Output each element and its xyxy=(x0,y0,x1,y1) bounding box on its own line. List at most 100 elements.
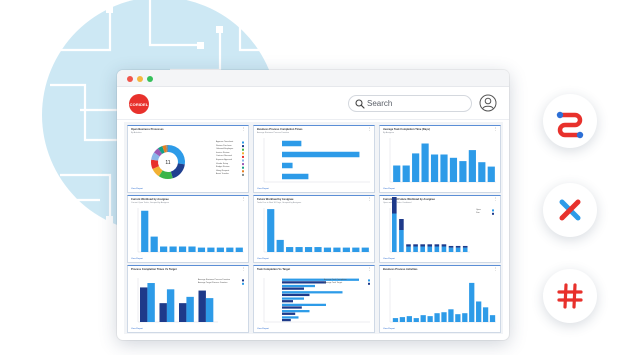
hashtag-app-badge[interactable] xyxy=(543,269,597,323)
chart-bar[interactable] xyxy=(399,317,406,322)
search-input[interactable] xyxy=(367,96,467,111)
chart-bar[interactable] xyxy=(197,247,206,252)
chart-bar[interactable] xyxy=(440,154,448,183)
chart-bar[interactable] xyxy=(282,162,293,169)
chart-bar[interactable] xyxy=(476,301,482,322)
chart-bar[interactable] xyxy=(489,315,496,322)
chart-bar[interactable] xyxy=(178,246,187,253)
chart-bar[interactable] xyxy=(198,290,206,322)
dashboard-card[interactable]: Open Business Processes By Activities ⋮ Vie… xyxy=(127,125,249,193)
chart-bar[interactable] xyxy=(427,316,433,322)
chart-bar[interactable] xyxy=(205,298,214,322)
chart-bar[interactable] xyxy=(392,213,397,253)
chart-bar[interactable] xyxy=(434,244,440,247)
chart-bar[interactable] xyxy=(282,278,359,281)
chart-bar[interactable] xyxy=(441,312,447,322)
chart-bar[interactable] xyxy=(455,245,461,248)
chart-bar[interactable] xyxy=(160,246,168,253)
chart-bar[interactable] xyxy=(455,247,461,252)
chart-bar[interactable] xyxy=(421,143,429,183)
chart-bar[interactable] xyxy=(420,244,425,247)
chart-bar[interactable] xyxy=(462,245,468,248)
chart-bar[interactable] xyxy=(427,246,433,253)
chart-bar[interactable] xyxy=(282,140,302,147)
chart-bar[interactable] xyxy=(226,247,234,252)
chart-bar[interactable] xyxy=(282,281,326,284)
chart-bar[interactable] xyxy=(441,244,447,247)
chart-bar[interactable] xyxy=(276,239,284,252)
chart-bar[interactable] xyxy=(399,219,404,230)
chart-bar[interactable] xyxy=(413,246,418,253)
chart-bar[interactable] xyxy=(169,246,177,253)
chart-bar[interactable] xyxy=(295,247,303,252)
chart-bar[interactable] xyxy=(159,303,167,322)
chart-bar[interactable] xyxy=(448,247,454,252)
chart-bar[interactable] xyxy=(282,318,291,322)
chart-bar[interactable] xyxy=(267,209,275,252)
chart-bar[interactable] xyxy=(487,166,495,182)
chart-bar[interactable] xyxy=(449,157,458,182)
chart-bar[interactable] xyxy=(406,316,412,322)
maximize-window-button[interactable] xyxy=(147,76,153,82)
dashboard-card[interactable]: Process Completion Times Vs Target ⋮ View … xyxy=(127,265,249,333)
chart-bar[interactable] xyxy=(282,291,343,294)
chart-bar[interactable] xyxy=(304,247,313,252)
chart-bar[interactable] xyxy=(186,296,194,322)
chart-bar[interactable] xyxy=(282,151,360,158)
search-box[interactable] xyxy=(348,95,472,112)
chart-bar[interactable] xyxy=(434,313,440,322)
chart-bar[interactable] xyxy=(448,245,454,248)
chart-bar[interactable] xyxy=(402,165,410,183)
dashboard-card[interactable]: Current and Future Workload by Assignee O… xyxy=(379,195,501,263)
dashboard-card[interactable]: Future Workload by Assignee Tasks Due in … xyxy=(253,195,375,263)
chart-bar[interactable] xyxy=(282,300,293,303)
chart-bar[interactable] xyxy=(282,316,299,319)
dashboard-card[interactable]: Business Process Activities ⋮ View Report xyxy=(379,265,501,333)
chart-bar[interactable] xyxy=(420,315,426,322)
chart-bar[interactable] xyxy=(282,310,310,313)
chart-bar[interactable] xyxy=(323,247,332,252)
chart-bar[interactable] xyxy=(469,282,475,322)
chart-bar[interactable] xyxy=(412,153,420,182)
chart-bar[interactable] xyxy=(216,247,224,252)
chart-bar[interactable] xyxy=(455,314,461,322)
chart-bar[interactable] xyxy=(282,293,310,297)
chart-bar[interactable] xyxy=(235,247,243,252)
chart-bar[interactable] xyxy=(286,247,294,252)
chart-bar[interactable] xyxy=(188,246,196,253)
chart-bar[interactable] xyxy=(413,244,418,247)
chart-bar[interactable] xyxy=(406,246,411,253)
dashboard-card[interactable]: Average Task Completion Time (Days) By As… xyxy=(379,125,501,193)
chart-bar[interactable] xyxy=(282,306,302,309)
chart-bar[interactable] xyxy=(207,247,215,252)
chart-bar[interactable] xyxy=(434,246,440,253)
chart-bar[interactable] xyxy=(420,246,425,253)
minimize-window-button[interactable] xyxy=(137,76,143,82)
chart-bar[interactable] xyxy=(406,244,411,247)
chart-bar[interactable] xyxy=(427,244,433,247)
chart-bar[interactable] xyxy=(482,307,489,322)
dashboard-card[interactable]: Task Completion Vs Target ⋮ View Report Ave… xyxy=(253,265,375,333)
chart-bar[interactable] xyxy=(392,318,399,322)
dashboard-card[interactable]: Business Process Completion Times Average… xyxy=(253,125,375,193)
chart-bar[interactable] xyxy=(393,165,401,183)
chart-bar[interactable] xyxy=(459,161,467,182)
brand-logo[interactable]: CORIDEL xyxy=(129,94,149,114)
pie-slice[interactable] xyxy=(170,163,185,179)
chart-bar[interactable] xyxy=(282,173,309,180)
chart-bar[interactable] xyxy=(361,247,369,252)
close-window-button[interactable] xyxy=(127,76,133,82)
chart-bar[interactable] xyxy=(282,297,304,300)
chart-bar[interactable] xyxy=(141,210,149,252)
chart-bar[interactable] xyxy=(462,247,468,252)
chart-bar[interactable] xyxy=(413,318,419,322)
chart-bar[interactable] xyxy=(282,284,315,288)
chart-bar[interactable] xyxy=(282,287,304,290)
chart-bar[interactable] xyxy=(333,247,341,252)
chart-bar[interactable] xyxy=(179,303,187,322)
dashboard-card[interactable]: Current Workload by Assignee Current Open… xyxy=(127,195,249,263)
chart-bar[interactable] xyxy=(478,162,486,182)
chart-bar[interactable] xyxy=(140,287,148,322)
chart-bar[interactable] xyxy=(282,312,296,315)
user-avatar-icon[interactable] xyxy=(479,94,497,112)
